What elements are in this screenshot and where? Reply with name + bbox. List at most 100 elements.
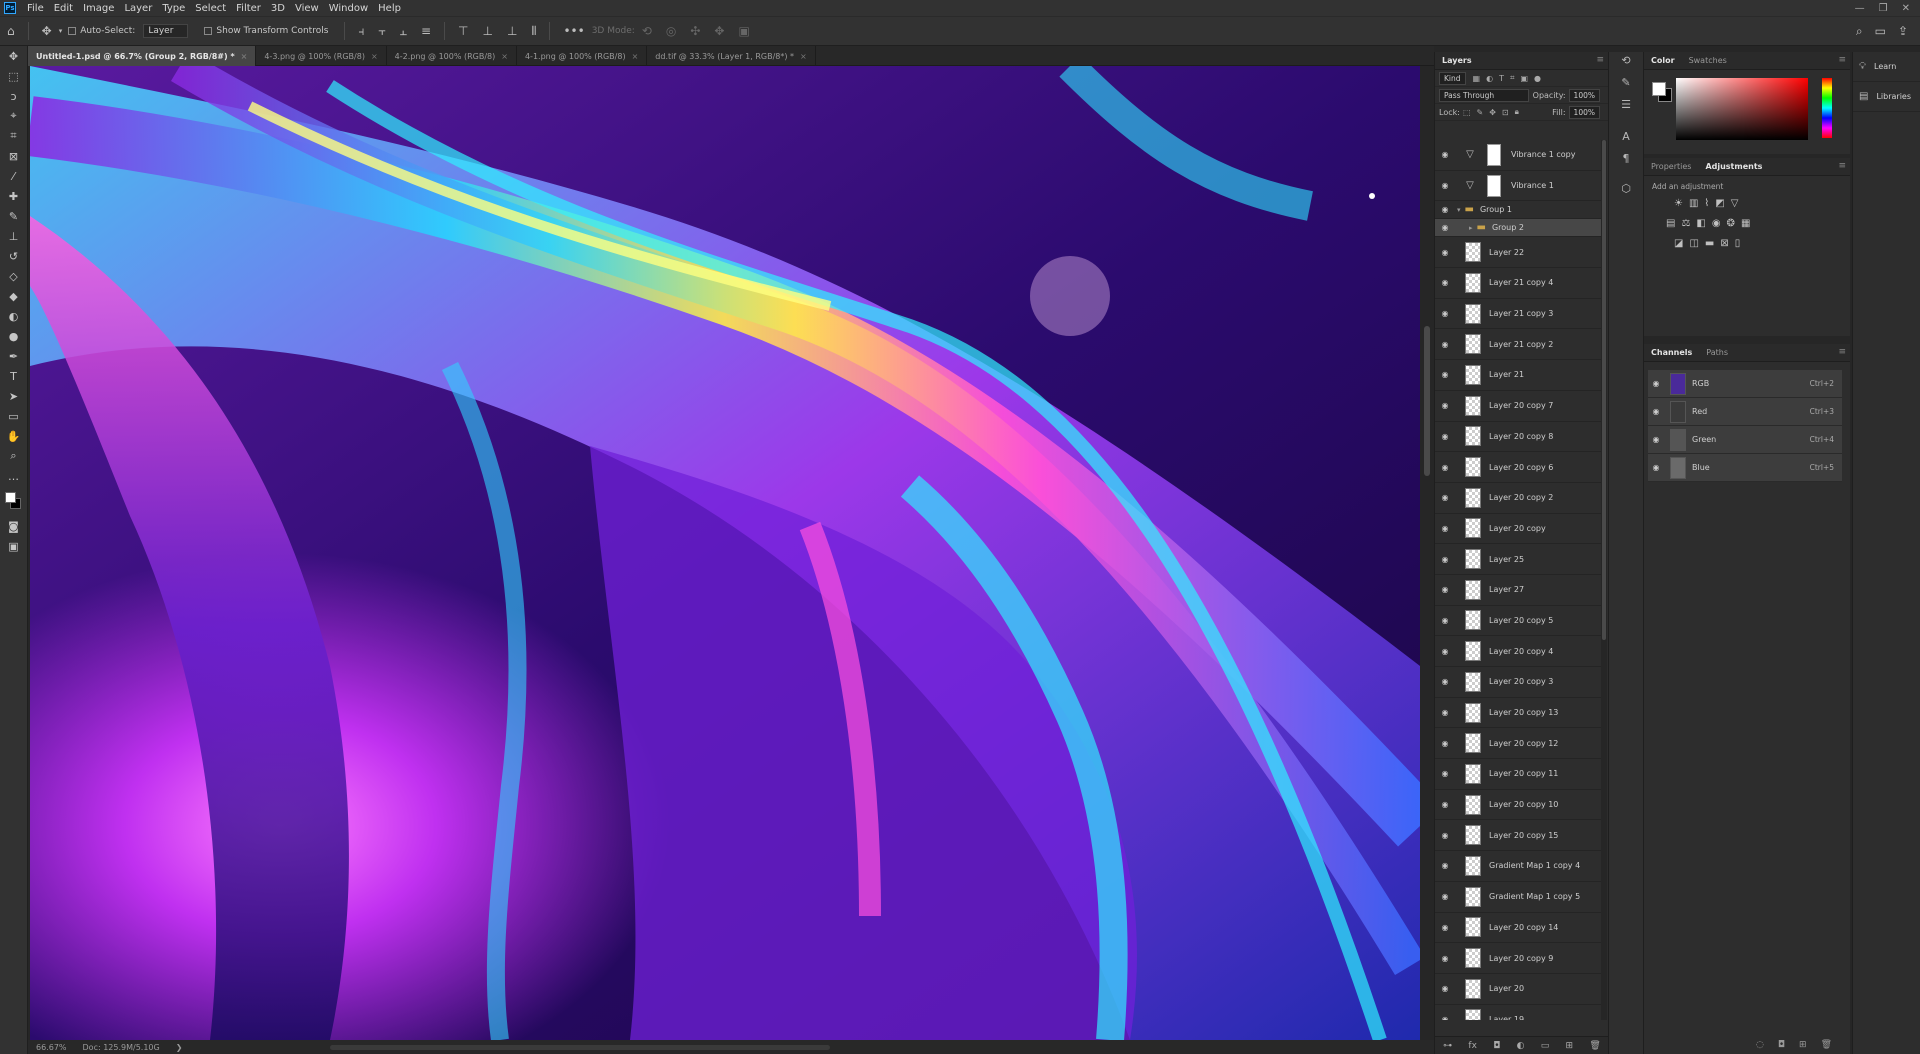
close-tab-icon[interactable]: × [501,52,508,61]
visibility-eye-icon[interactable]: ◉ [1435,309,1455,318]
zoom-level[interactable]: 66.67% [28,1043,75,1052]
layer-row[interactable]: ◉ Layer 20 copy 11 [1435,759,1601,790]
visibility-eye-icon[interactable]: ◉ [1435,205,1455,214]
visibility-eye-icon[interactable]: ◉ [1435,493,1455,502]
fx-icon[interactable]: fx [1468,1041,1477,1051]
visibility-eye-icon[interactable]: ◉ [1435,463,1455,472]
selective-color-icon[interactable]: ⊠ [1720,238,1728,249]
add-mask-icon[interactable]: ◘ [1493,1041,1500,1051]
layer-row[interactable]: ◉ Layer 25 [1435,544,1601,575]
distribute-icon[interactable]: ≡ [421,24,431,38]
search-icon[interactable]: ⌕ [1856,24,1863,39]
layer-mask-thumbnail[interactable] [1487,174,1501,197]
color-balance-icon[interactable]: ⚖ [1681,218,1690,229]
canvas-vertical-scrollbar[interactable] [1422,66,1432,1040]
panel-menu-icon[interactable]: ≡ [1596,55,1604,65]
layer-row[interactable]: ◉ Layer 20 copy 5 [1435,606,1601,637]
layers-scrollbar[interactable] [1601,140,1607,1020]
tab-paths[interactable]: Paths [1699,344,1735,362]
layer-row[interactable]: ◉ ▽ Vibrance 1 copy [1435,140,1601,171]
filter-toggle-icon[interactable]: ● [1534,74,1541,83]
visibility-eye-icon[interactable]: ◉ [1435,708,1455,717]
tab-properties[interactable]: Properties [1644,158,1698,176]
fill-input[interactable]: 100% [1568,105,1600,119]
eraser-tool-icon[interactable]: ◇ [0,266,27,286]
levels-icon[interactable]: ▥ [1689,198,1698,209]
color-picker-field[interactable] [1676,78,1808,140]
channel-row[interactable]: ◉ RGB Ctrl+2 [1648,370,1842,398]
character-icon[interactable]: A [1609,130,1643,150]
close-tab-icon[interactable]: × [371,52,378,61]
paint-bucket-icon[interactable]: ◆ [0,286,27,306]
menu-item-help[interactable]: Help [373,3,406,14]
new-adjustment-icon[interactable]: ◐ [1517,1041,1525,1051]
quick-mask-icon[interactable]: ◙ [0,516,27,536]
close-tab-icon[interactable]: × [800,52,807,61]
exposure-icon[interactable]: ◩ [1715,198,1724,209]
visibility-eye-icon[interactable]: ◉ [1435,524,1455,533]
layer-row[interactable]: ◉ Layer 20 [1435,974,1601,1005]
close-button[interactable]: ✕ [1902,3,1910,14]
blend-mode-dropdown[interactable]: Pass Through [1439,88,1529,102]
menu-item-file[interactable]: File [22,3,49,14]
auto-select-checkbox[interactable] [68,27,77,35]
smart-object-filter-icon[interactable]: ▣ [1520,74,1528,83]
visibility-eye-icon[interactable]: ◉ [1435,150,1455,159]
opacity-input[interactable]: 100% [1568,88,1600,102]
delete-layer-icon[interactable]: 🗑︎ [1589,1041,1600,1051]
visibility-eye-icon[interactable]: ◉ [1435,861,1455,870]
frame-tool-icon[interactable]: ⊠ [0,146,27,166]
lock-image-icon[interactable]: ✎ [1477,108,1484,117]
save-selection-icon[interactable]: ◘ [1778,1040,1785,1050]
visibility-eye-icon[interactable]: ◉ [1435,248,1455,257]
lock-artboard-icon[interactable]: ⊡ [1502,108,1509,117]
menu-item-3d[interactable]: 3D [266,3,290,14]
type-tool-icon[interactable]: T [0,366,27,386]
chevron-down-icon[interactable]: ▾ [59,27,63,35]
menu-item-window[interactable]: Window [324,3,373,14]
channel-row[interactable]: ◉ Green Ctrl+4 [1648,426,1842,454]
layer-row[interactable]: ◉ Gradient Map 1 copy 5 [1435,882,1601,913]
brush-tool-icon[interactable]: ✎ [0,206,27,226]
visibility-eye-icon[interactable]: ◉ [1435,739,1455,748]
align-middle-icon[interactable]: ⊥ [483,24,493,38]
new-layer-icon[interactable]: ⊞ [1566,1041,1574,1051]
tab-adjustments[interactable]: Adjustments [1698,158,1769,176]
document-tab[interactable]: dd.tif @ 33.3% (Layer 1, RGB/8*) * × [647,46,816,66]
gradient-map-icon[interactable]: ▯ [1735,238,1741,249]
visibility-eye-icon[interactable]: ◉ [1435,984,1455,993]
quick-select-tool-icon[interactable]: ⌖ [0,106,27,126]
layer-mask-thumbnail[interactable] [1487,143,1501,166]
tab-swatches[interactable]: Swatches [1682,52,1734,70]
dodge-tool-icon[interactable]: ● [0,326,27,346]
document-tab[interactable]: Untitled-1.psd @ 66.7% (Group 2, RGB/8#)… [28,46,257,66]
menu-item-view[interactable]: View [290,3,324,14]
layer-row[interactable]: ◉ Layer 21 copy 2 [1435,329,1601,361]
visibility-eye-icon[interactable]: ◉ [1435,769,1455,778]
layer-row[interactable]: ◉ Layer 20 copy 7 [1435,391,1601,422]
color-lookup-icon[interactable]: ▦ [1741,218,1750,229]
close-tab-icon[interactable]: × [241,52,248,61]
libraries-panel-button[interactable]: ▤ Libraries [1853,82,1920,112]
layer-row[interactable]: ◉ Layer 20 copy 10 [1435,790,1601,821]
visibility-eye-icon[interactable]: ◉ [1435,831,1455,840]
visibility-eye-icon[interactable]: ◉ [1435,278,1455,287]
layer-row[interactable]: ◉ Layer 21 copy 3 [1435,299,1601,330]
layer-row[interactable]: ◉ Layer 20 copy 2 [1435,483,1601,514]
canvas[interactable] [30,66,1420,1040]
visibility-eye-icon[interactable]: ◉ [1648,435,1664,444]
visibility-eye-icon[interactable]: ◉ [1435,923,1455,932]
curves-icon[interactable]: ⌇ [1704,198,1709,209]
eyedropper-tool-icon[interactable]: ⁄ [0,166,27,186]
visibility-eye-icon[interactable]: ◉ [1435,585,1455,594]
auto-select-target-dropdown[interactable]: Layer [143,24,189,38]
visibility-eye-icon[interactable]: ◉ [1435,647,1455,656]
filter-kind-dropdown[interactable]: Kind [1439,71,1466,85]
layer-row[interactable]: ◉ Layer 20 copy 15 [1435,820,1601,852]
black-white-icon[interactable]: ◧ [1696,218,1705,229]
layer-row[interactable]: ◉ Layer 20 copy 6 [1435,452,1601,483]
load-selection-icon[interactable]: ◌ [1756,1040,1764,1050]
chevron-down-icon[interactable]: ▾ [1457,206,1461,214]
layer-row[interactable]: ◉ Layer 20 copy 9 [1435,943,1601,974]
panel-menu-icon[interactable]: ≡ [1838,55,1846,65]
